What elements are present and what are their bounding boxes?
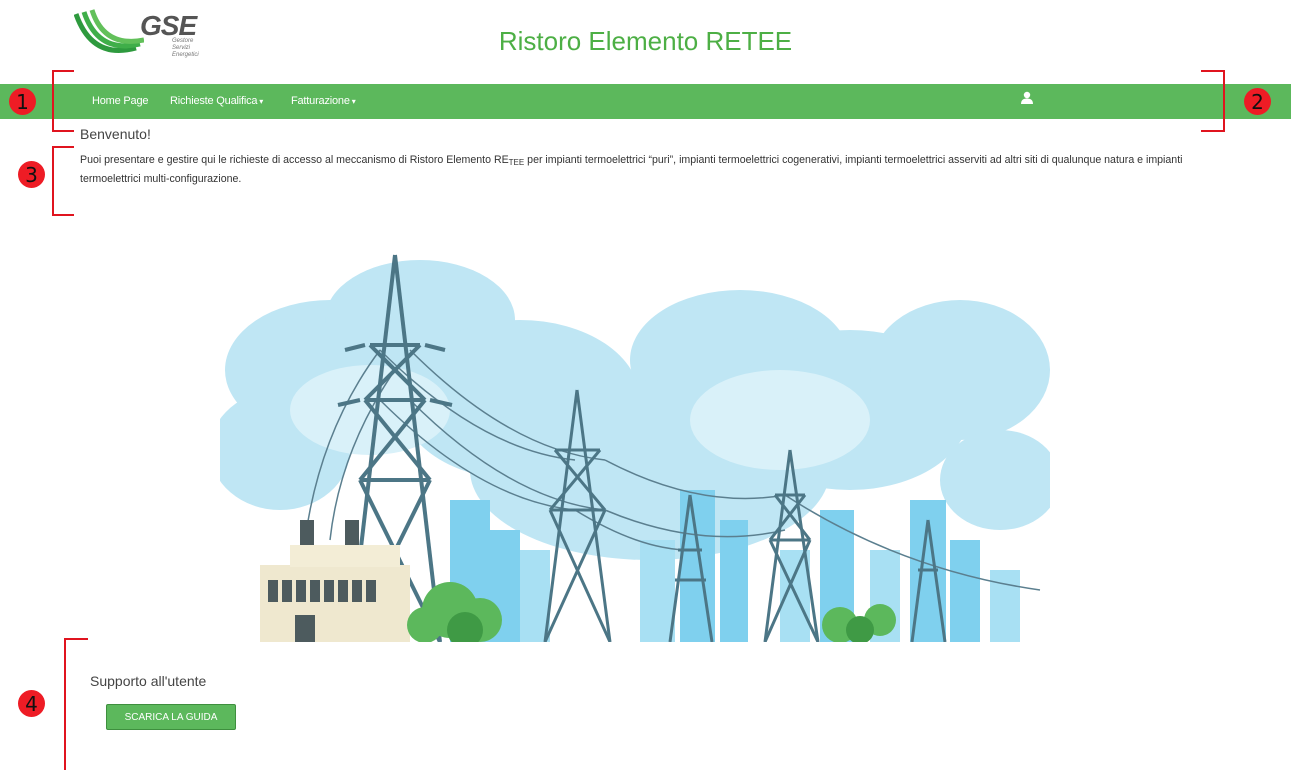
support-title: Supporto all'utente <box>90 673 207 689</box>
annotation-bracket-3 <box>52 146 74 216</box>
annotation-bracket-1 <box>52 70 74 132</box>
intro-paragraph: Puoi presentare e gestire qui le richies… <box>80 154 1183 185</box>
annotation-bracket-4 <box>64 638 88 770</box>
power-grid-illustration <box>220 254 1050 642</box>
chevron-down-icon: ▾ <box>259 97 264 106</box>
header: GSE Gestore Servizi Energetici Ristoro E… <box>0 0 1291 84</box>
welcome-heading: Benvenuto! <box>80 126 151 142</box>
annotation-marker-3: 3 <box>18 161 45 188</box>
annotation-bracket-2 <box>1201 70 1225 132</box>
annotation-marker-2: 2 <box>1244 88 1271 115</box>
download-guide-button[interactable]: SCARICA LA GUIDA <box>106 704 236 730</box>
app-title: Ristoro Elemento RETEE <box>498 26 793 56</box>
nav-home-page[interactable]: Home Page <box>92 95 148 107</box>
navbar: Home Page Richieste Qualifica ▾ Fatturazi… <box>0 84 1291 119</box>
chevron-down-icon: ▾ <box>351 97 356 106</box>
annotation-marker-1: 1 <box>9 88 36 115</box>
nav-richieste-qualifica-dropdown[interactable]: Richieste Qualifica ▾ <box>170 95 263 107</box>
annotation-marker-4: 4 <box>18 690 45 717</box>
user-icon[interactable] <box>1021 91 1033 105</box>
nav-fatturazione-dropdown[interactable]: Fatturazione ▾ <box>291 95 356 107</box>
